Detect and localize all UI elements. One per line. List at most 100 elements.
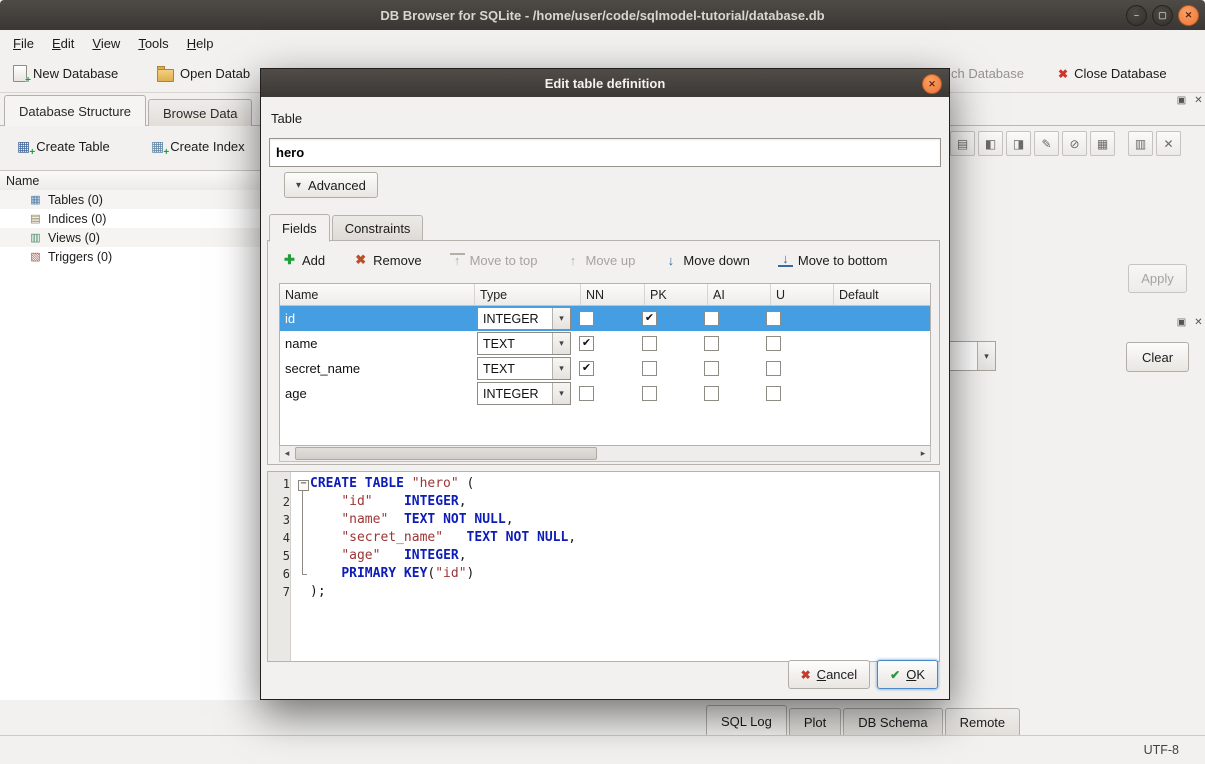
field-row-name[interactable]: nameTEXT▾✔: [280, 331, 930, 356]
field-row-secret-name[interactable]: secret_nameTEXT▾✔: [280, 356, 930, 381]
advanced-toggle-button[interactable]: ▾ Advanced: [284, 172, 378, 198]
horizontal-scrollbar[interactable]: ◂ ▸: [279, 446, 931, 462]
clear-button[interactable]: Clear: [1126, 342, 1189, 372]
cell-toolbar-button[interactable]: ⊘: [1062, 131, 1087, 156]
nn-checkbox[interactable]: ✔: [579, 361, 594, 376]
type-select[interactable]: INTEGER▾: [477, 307, 571, 330]
scroll-right-icon[interactable]: ▸: [916, 447, 930, 460]
undock-panel-icon[interactable]: ▣: [1176, 95, 1187, 106]
type-select[interactable]: TEXT▾: [477, 357, 571, 380]
move-down-button[interactable]: ↓Move down: [659, 251, 753, 270]
type-select[interactable]: INTEGER▾: [477, 382, 571, 405]
bottom-tab-remote[interactable]: Remote: [945, 708, 1021, 736]
cell-toolbar-button[interactable]: ◨: [1006, 131, 1031, 156]
sql-preview[interactable]: 1−CREATE TABLE "hero" (2 "id" INTEGER,3 …: [267, 471, 940, 662]
close-panel-icon[interactable]: ✕: [1193, 95, 1204, 106]
field-row-age[interactable]: ageINTEGER▾: [280, 381, 930, 406]
dialog-close-button[interactable]: ✕: [922, 74, 942, 94]
nn-checkbox[interactable]: [579, 311, 594, 326]
tree-item-tables[interactable]: ▦Tables (0): [0, 190, 263, 209]
filter-combobox[interactable]: ▾: [948, 341, 996, 371]
nn-checkbox[interactable]: ✔: [579, 336, 594, 351]
maximize-button[interactable]: ▢: [1152, 5, 1173, 26]
field-row-id[interactable]: idINTEGER▾✔: [280, 306, 930, 331]
u-checkbox[interactable]: [766, 361, 781, 376]
column-header-ai[interactable]: AI: [708, 284, 771, 305]
pk-cell: [637, 381, 699, 406]
dialog-titlebar[interactable]: Edit table definition ✕: [261, 69, 949, 97]
tree-item-triggers[interactable]: ▧Triggers (0): [0, 247, 263, 266]
menu-file[interactable]: File: [4, 33, 43, 54]
undock-panel-icon[interactable]: ▣: [1176, 317, 1187, 328]
dialog-tab-fields[interactable]: Fields: [269, 214, 330, 242]
table-name-input[interactable]: [269, 138, 941, 167]
cell-toolbar-button[interactable]: ✕: [1156, 131, 1181, 156]
tree-column-header[interactable]: Name: [0, 170, 269, 191]
tab-browse-data[interactable]: Browse Data: [148, 99, 252, 126]
ai-checkbox[interactable]: [704, 336, 719, 351]
scroll-left-icon[interactable]: ◂: [280, 447, 294, 460]
move-to-top-button[interactable]: ↑Move to top: [446, 251, 542, 270]
add-button[interactable]: ✚Add: [278, 250, 329, 270]
dialog-tab-constraints[interactable]: Constraints: [332, 215, 424, 241]
cell-toolbar-button[interactable]: ▤: [950, 131, 975, 156]
u-checkbox[interactable]: [766, 386, 781, 401]
u-cell: [761, 306, 823, 331]
pk-checkbox[interactable]: [642, 336, 657, 351]
line-number: 4: [268, 529, 295, 547]
scrollbar-thumb[interactable]: [295, 447, 597, 460]
menu-view[interactable]: View: [83, 33, 129, 54]
column-header-pk[interactable]: PK: [645, 284, 708, 305]
remove-button[interactable]: ✖Remove: [349, 250, 425, 270]
create-index-button[interactable]: ▦+ Create Index: [146, 133, 250, 159]
nn-cell: [574, 381, 637, 406]
ai-checkbox[interactable]: [704, 386, 719, 401]
button-label: Create Index: [170, 139, 244, 154]
close-database-button[interactable]: ✖ Close Database: [1053, 60, 1172, 87]
move-up-button[interactable]: ↑Move up: [562, 251, 640, 270]
ai-checkbox[interactable]: [704, 311, 719, 326]
tab-database-structure[interactable]: Database Structure: [4, 95, 146, 126]
u-checkbox[interactable]: [766, 336, 781, 351]
fold-indicator[interactable]: −: [295, 475, 310, 493]
bottom-tab-sql-log[interactable]: SQL Log: [706, 705, 787, 736]
new-database-icon: +: [13, 65, 27, 82]
ok-button[interactable]: ✔ OK: [877, 660, 938, 689]
tree-item-indices[interactable]: ▤Indices (0): [0, 209, 263, 228]
menu-tools[interactable]: Tools: [129, 33, 177, 54]
cancel-button[interactable]: ✖ Cancel: [788, 660, 871, 689]
titlebar[interactable]: DB Browser for SQLite - /home/user/code/…: [0, 0, 1205, 30]
cell-toolbar-button[interactable]: ▦: [1090, 131, 1115, 156]
menu-help[interactable]: Help: [178, 33, 223, 54]
column-header-name[interactable]: Name: [280, 284, 475, 305]
column-header-nn[interactable]: NN: [581, 284, 645, 305]
default-cell: [823, 331, 921, 356]
field-name: age: [280, 381, 474, 406]
ai-checkbox[interactable]: [704, 361, 719, 376]
collapse-icon[interactable]: −: [298, 480, 309, 491]
pk-checkbox[interactable]: [642, 361, 657, 376]
cell-toolbar-button[interactable]: ✎: [1034, 131, 1059, 156]
column-header-type[interactable]: Type: [475, 284, 581, 305]
minimize-button[interactable]: –: [1126, 5, 1147, 26]
menu-edit[interactable]: Edit: [43, 33, 83, 54]
u-checkbox[interactable]: [766, 311, 781, 326]
column-header-u[interactable]: U: [771, 284, 834, 305]
new-database-button[interactable]: + New Database: [8, 60, 123, 87]
bottom-tab-db-schema[interactable]: DB Schema: [843, 708, 942, 736]
cell-toolbar-button[interactable]: ◧: [978, 131, 1003, 156]
bottom-tab-plot[interactable]: Plot: [789, 708, 841, 736]
cell-toolbar-button[interactable]: ▥: [1128, 131, 1153, 156]
tree-item-views[interactable]: ▥Views (0): [0, 228, 263, 247]
type-select[interactable]: TEXT▾: [477, 332, 571, 355]
move-to-bottom-button[interactable]: ↓Move to bottom: [774, 251, 892, 270]
close-panel-icon[interactable]: ✕: [1193, 317, 1204, 328]
attach-database-button[interactable]: ch Database: [946, 60, 1029, 87]
pk-checkbox[interactable]: [642, 386, 657, 401]
create-table-button[interactable]: ▦+ Create Table: [12, 133, 115, 159]
pk-checkbox[interactable]: ✔: [642, 311, 657, 326]
open-database-button[interactable]: Open Datab: [152, 60, 255, 87]
column-header-default[interactable]: Default: [834, 284, 931, 305]
close-window-button[interactable]: ✕: [1178, 5, 1199, 26]
nn-checkbox[interactable]: [579, 386, 594, 401]
